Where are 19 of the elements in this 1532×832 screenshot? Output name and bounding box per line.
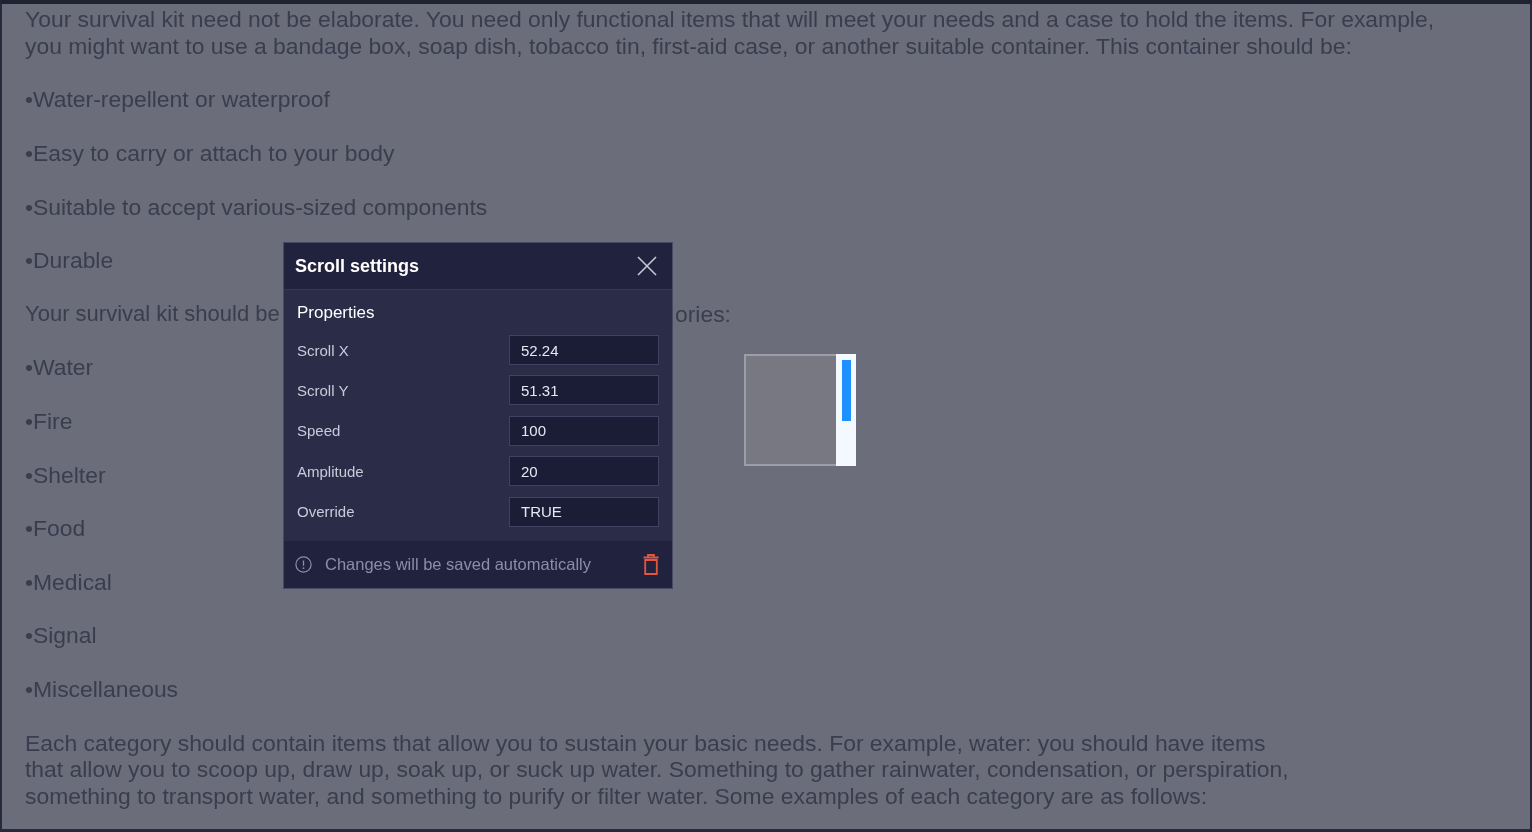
dialog-title: Scroll settings [295,255,420,277]
text-field[interactable]: 52.24 [509,335,659,365]
footer-note: Changes will be saved automatically [325,554,592,574]
field-label: Amplitude [297,462,364,480]
field-label: Override [297,503,355,521]
field-label: Speed [297,422,341,440]
section-title: Properties [297,303,375,323]
text-field[interactable]: 100 [509,415,659,446]
text-field[interactable]: 51.31 [509,375,659,406]
field-label: Scroll Y [297,381,349,399]
delete-button[interactable] [643,553,659,575]
trash-icon [643,553,659,575]
field-label: Scroll X [297,341,349,359]
close-icon [637,256,657,276]
info-icon [295,555,312,573]
close-button[interactable] [635,254,659,278]
scrollbar-thumb[interactable] [842,360,851,421]
text-field[interactable]: 20 [509,456,659,487]
text-field[interactable]: TRUE [509,496,659,527]
